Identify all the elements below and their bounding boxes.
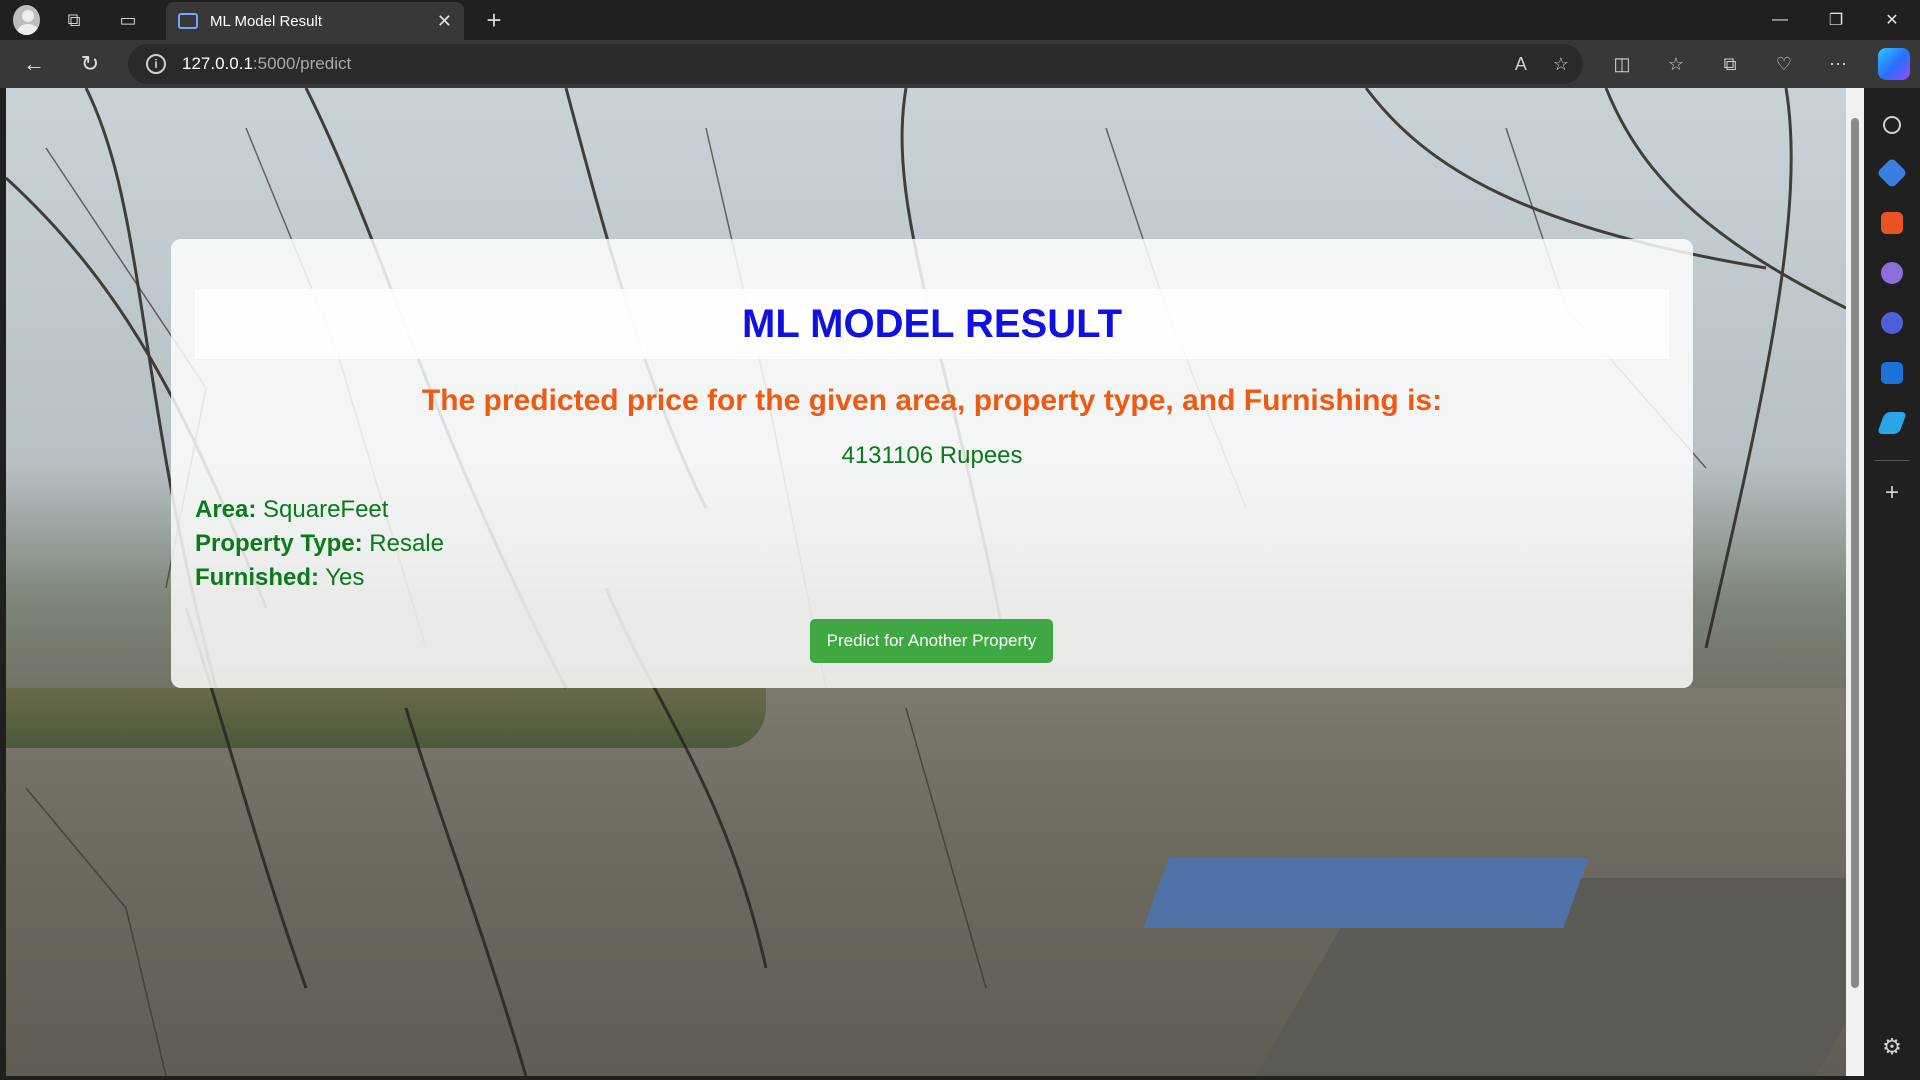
add-icon[interactable]: +: [1885, 479, 1899, 507]
search-icon[interactable]: [1883, 116, 1901, 134]
minimize-icon[interactable]: —: [1752, 0, 1808, 40]
close-icon[interactable]: ✕: [437, 11, 452, 32]
browser-essentials-icon[interactable]: ♡: [1757, 54, 1811, 75]
title-bar: ⧉ ▭ ML Model Result ✕ + — ❐ ✕: [0, 0, 1920, 40]
sidebar-divider: [1875, 460, 1909, 461]
favorites-icon[interactable]: ☆: [1649, 54, 1703, 75]
detail-label: Furnished:: [195, 564, 319, 591]
games-icon[interactable]: [1881, 262, 1903, 284]
send-icon[interactable]: [1876, 412, 1908, 434]
profile-button[interactable]: [0, 0, 40, 40]
detail-property-type: Property Type: Resale: [195, 527, 444, 561]
predict-another-button[interactable]: Predict for Another Property: [810, 619, 1053, 663]
read-aloud-icon[interactable]: A: [1515, 54, 1527, 75]
workspaces-icon[interactable]: ⧉: [54, 0, 94, 40]
detail-area: Area: SquareFeet: [195, 493, 444, 527]
more-icon[interactable]: ⋯: [1811, 54, 1865, 75]
favorite-icon[interactable]: ☆: [1553, 54, 1569, 75]
refresh-icon[interactable]: ↻: [70, 44, 110, 84]
header: ML MODEL RESULT: [195, 289, 1669, 359]
outlook-icon[interactable]: [1881, 362, 1903, 384]
url-host: 127.0.0.1: [182, 54, 253, 73]
settings-icon[interactable]: ⚙: [1882, 1034, 1902, 1060]
detail-label: Area:: [195, 496, 257, 523]
edge-sidebar: + ⚙: [1864, 88, 1920, 1080]
scrollbar-thumb[interactable]: [1851, 118, 1859, 988]
address-bar: ← ↻ i 127.0.0.1:5000/predict A ☆ ◫ ☆ ⧉ ♡…: [0, 40, 1920, 88]
info-icon[interactable]: i: [146, 54, 166, 74]
tab-title: ML Model Result: [210, 12, 322, 30]
collections-icon[interactable]: ⧉: [1703, 54, 1757, 75]
scrollbar[interactable]: [1846, 88, 1864, 1076]
page-favicon-icon: [178, 13, 198, 29]
profile-icon: [13, 5, 40, 35]
restore-icon[interactable]: ❐: [1808, 0, 1864, 40]
back-icon[interactable]: ←: [14, 44, 54, 84]
split-screen-icon[interactable]: ◫: [1595, 54, 1649, 75]
page-title: ML MODEL RESULT: [742, 301, 1122, 346]
detail-label: Property Type:: [195, 530, 363, 557]
detail-furnished: Furnished: Yes: [195, 561, 444, 595]
window-close-icon[interactable]: ✕: [1864, 0, 1920, 40]
detail-value: SquareFeet: [263, 496, 389, 523]
tab-actions-icon[interactable]: ▭: [108, 0, 148, 40]
shopping-icon[interactable]: [1876, 157, 1908, 189]
predicted-price: 4131106 Rupees: [841, 442, 1023, 469]
url-path: :5000/predict: [252, 54, 352, 73]
url-input[interactable]: i 127.0.0.1:5000/predict A ☆: [128, 44, 1583, 84]
result-card: ML MODEL RESULT The predicted price for …: [171, 239, 1693, 688]
input-details: Area: SquareFeet Property Type: Resale F…: [195, 493, 444, 595]
tools-icon[interactable]: [1881, 212, 1903, 234]
detail-value: Resale: [369, 530, 444, 557]
detail-value: Yes: [325, 564, 365, 591]
prediction-subtitle: The predicted price for the given area, …: [421, 384, 1443, 417]
page-viewport: ML MODEL RESULT The predicted price for …: [6, 88, 1846, 1076]
tab-active[interactable]: ML Model Result ✕: [166, 2, 464, 40]
new-tab-icon[interactable]: +: [474, 0, 514, 40]
microsoft365-icon[interactable]: [1881, 312, 1903, 334]
copilot-icon[interactable]: [1878, 48, 1910, 80]
